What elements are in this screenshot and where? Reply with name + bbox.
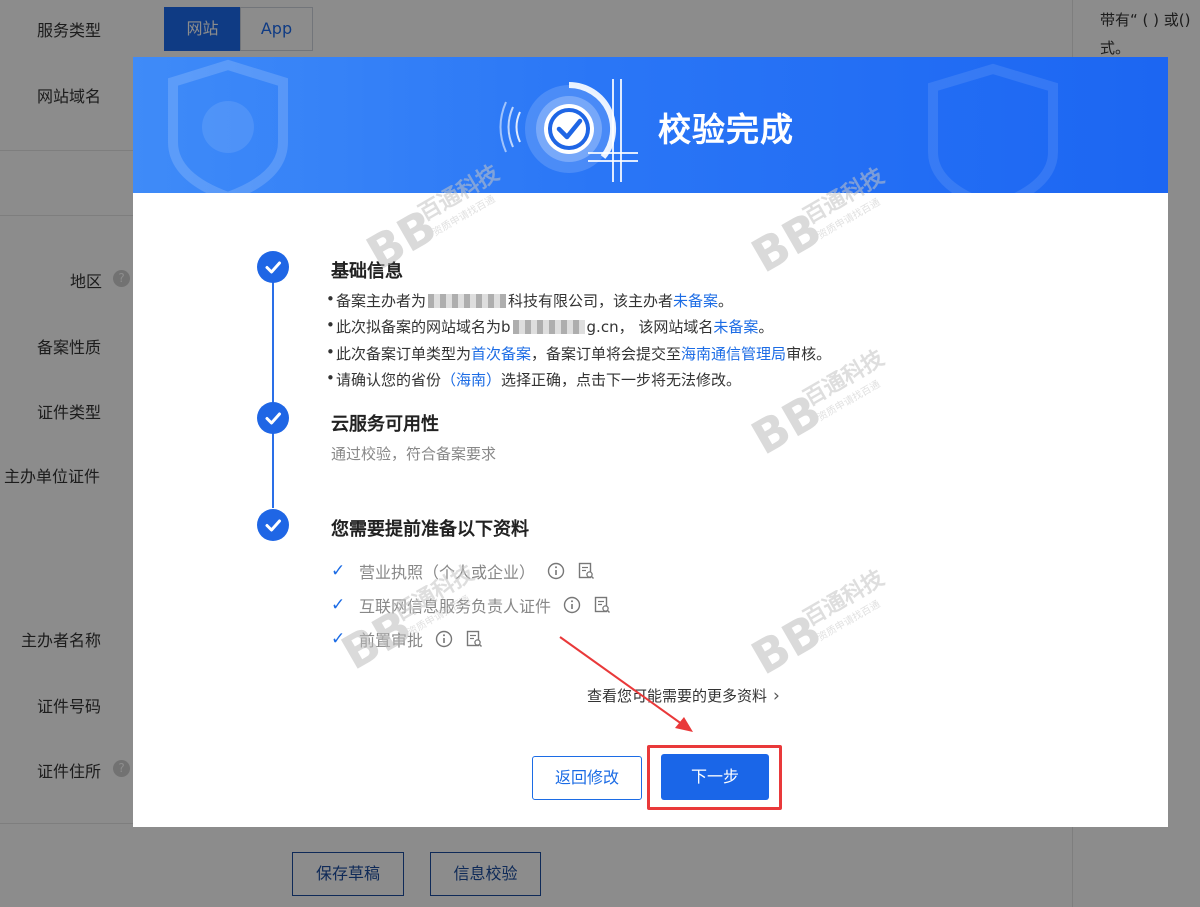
annotation-arrow [559, 636, 693, 732]
back-edit-button[interactable]: 返回修改 [532, 756, 642, 800]
verification-dialog: 校验完成 基础信息 备案主办者为科技有限公司，该主办者未备案。 此次拟备案的网站… [133, 57, 1168, 827]
annotation-highlight [647, 745, 782, 810]
